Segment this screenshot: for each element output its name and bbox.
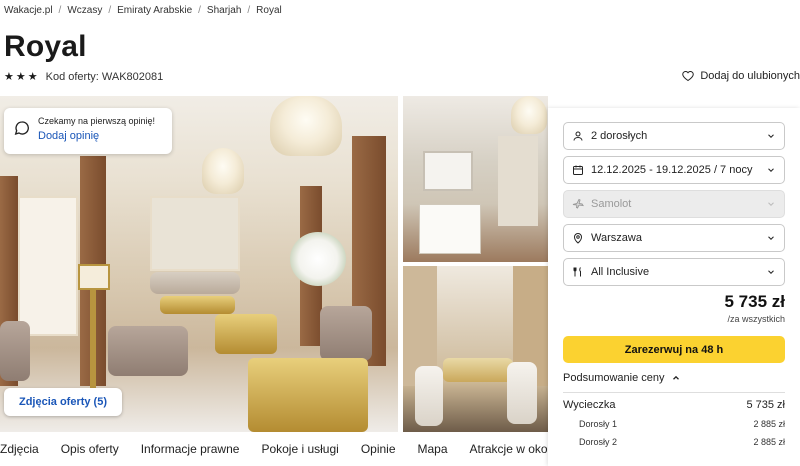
star-rating: ★ ★ ★ — [4, 70, 38, 83]
cabinet-decor — [419, 204, 481, 254]
sign-stand-decor — [78, 264, 110, 290]
booking-panel: 2 dorosłych 12.12.2025 - 19.12.2025 / 7 … — [548, 108, 800, 466]
chevron-down-icon — [768, 134, 774, 138]
chair-decor — [507, 362, 537, 424]
departure-select[interactable]: Warszawa — [563, 224, 785, 252]
tab-reviews[interactable]: Opinie — [361, 442, 396, 456]
thumbnail-photo[interactable] — [403, 96, 548, 262]
price-summary-label: Podsumowanie ceny — [563, 372, 665, 384]
divider — [563, 392, 785, 393]
tv-cabinet-decor — [423, 151, 473, 191]
breadcrumb-current: Royal — [256, 5, 282, 16]
price-line-value: 5 735 zł — [746, 399, 785, 411]
coffee-table-decor — [160, 296, 235, 314]
wall-panel-decor — [18, 196, 78, 336]
armchair-decor — [320, 306, 372, 361]
curtain-decor — [498, 136, 538, 226]
chandelier-decor — [202, 148, 244, 194]
dining-table-decor — [443, 358, 513, 382]
travelers-select[interactable]: 2 dorosłych — [563, 122, 785, 150]
add-review-link[interactable]: Dodaj opinię — [38, 130, 155, 142]
section-tabs: Zdjęcia Opis oferty Informacje prawne Po… — [0, 442, 565, 456]
star-icon: ★ — [27, 71, 38, 83]
transport-value: Samolot — [591, 198, 632, 210]
tab-photos[interactable]: Zdjęcia — [0, 442, 39, 456]
offer-photos-button[interactable]: Zdjęcia oferty (5) — [4, 388, 122, 416]
chevron-down-icon — [768, 236, 774, 240]
cutlery-icon — [573, 267, 581, 277]
chandelier-decor — [511, 96, 547, 134]
review-prompt-text: Czekamy na pierwszą opinię! — [38, 116, 156, 126]
flower-bouquet-decor — [290, 232, 346, 286]
main-photo[interactable]: Czekamy na pierwszą opinię! Dodaj opinię… — [0, 96, 398, 432]
star-icon: ★ — [15, 71, 26, 83]
price-note: /za wszystkich — [727, 314, 785, 324]
sofa-decor — [150, 272, 240, 294]
breadcrumb-separator: / — [108, 5, 112, 16]
price-line-value: 2 885 zł — [753, 419, 785, 429]
sign-stand-pole-decor — [90, 290, 96, 400]
armchair-decor — [108, 326, 188, 376]
price-line-value: 2 885 zł — [753, 437, 785, 447]
add-to-favorites-label: Dodaj do ulubionych — [700, 70, 800, 82]
location-pin-icon — [573, 233, 583, 244]
board-select[interactable]: All Inclusive — [563, 258, 785, 286]
tab-map[interactable]: Mapa — [418, 442, 448, 456]
gold-table-decor — [248, 358, 368, 432]
page-title: Royal — [4, 30, 87, 63]
transport-select: Samolot — [563, 190, 785, 218]
tab-rooms-services[interactable]: Pokoje i usługi — [261, 442, 338, 456]
breadcrumb-city[interactable]: Sharjah — [207, 5, 241, 16]
price-line-label: Dorosły 1 — [579, 419, 618, 429]
price-line: Wycieczka 5 735 zł — [563, 399, 785, 411]
tab-description[interactable]: Opis oferty — [61, 442, 119, 456]
chevron-down-icon — [768, 202, 774, 206]
dates-select[interactable]: 12.12.2025 - 19.12.2025 / 7 nocy — [563, 156, 785, 184]
breadcrumb: Wakacje.pl / Wczasy / Emiraty Arabskie /… — [4, 5, 282, 16]
chair-decor — [415, 366, 443, 426]
star-icon: ★ — [4, 71, 14, 83]
chandelier-decor — [270, 96, 342, 156]
price-line: Dorosły 2 2 885 zł — [563, 437, 785, 447]
plane-icon — [572, 198, 584, 209]
side-table-decor — [215, 314, 277, 354]
offer-code: Kod oferty: WAK802081 — [45, 70, 164, 83]
book-button[interactable]: Zarezerwuj na 48 h — [563, 336, 785, 363]
thumbnail-photo[interactable] — [403, 266, 548, 432]
chevron-down-icon — [768, 270, 774, 274]
breadcrumb-separator: / — [58, 5, 62, 16]
board-value: All Inclusive — [591, 266, 650, 278]
total-price: 5 735 zł — [724, 292, 786, 311]
price-summary-toggle[interactable]: Podsumowanie ceny — [563, 372, 785, 384]
breadcrumb-country[interactable]: Emiraty Arabskie — [117, 5, 192, 16]
departure-value: Warszawa — [591, 232, 642, 244]
armchair-decor — [0, 321, 30, 381]
chat-bubble-icon — [14, 121, 29, 135]
add-to-favorites-button[interactable]: Dodaj do ulubionych — [682, 70, 800, 82]
breadcrumb-separator: / — [247, 5, 251, 16]
person-icon — [573, 131, 583, 141]
price-line-label: Wycieczka — [563, 399, 616, 411]
price-line-label: Dorosły 2 — [579, 437, 618, 447]
chevron-down-icon — [768, 168, 774, 172]
dates-value: 12.12.2025 - 19.12.2025 / 7 nocy — [591, 164, 753, 176]
calendar-icon — [573, 165, 583, 175]
chevron-up-icon — [672, 375, 679, 380]
tab-legal-info[interactable]: Informacje prawne — [141, 442, 240, 456]
review-prompt-card: Czekamy na pierwszą opinię! Dodaj opinię — [4, 108, 172, 154]
hotel-meta: ★ ★ ★ Kod oferty: WAK802081 — [4, 70, 164, 84]
breadcrumb-separator: / — [198, 5, 201, 16]
breadcrumb-wczasy[interactable]: Wczasy — [67, 5, 102, 16]
breadcrumb-home[interactable]: Wakacje.pl — [4, 5, 53, 16]
travelers-value: 2 dorosłych — [591, 130, 648, 142]
heart-icon — [682, 71, 695, 82]
window-decor — [150, 196, 240, 271]
photo-gallery: Czekamy na pierwszą opinię! Dodaj opinię… — [0, 96, 548, 434]
price-line: Dorosły 1 2 885 zł — [563, 419, 785, 429]
